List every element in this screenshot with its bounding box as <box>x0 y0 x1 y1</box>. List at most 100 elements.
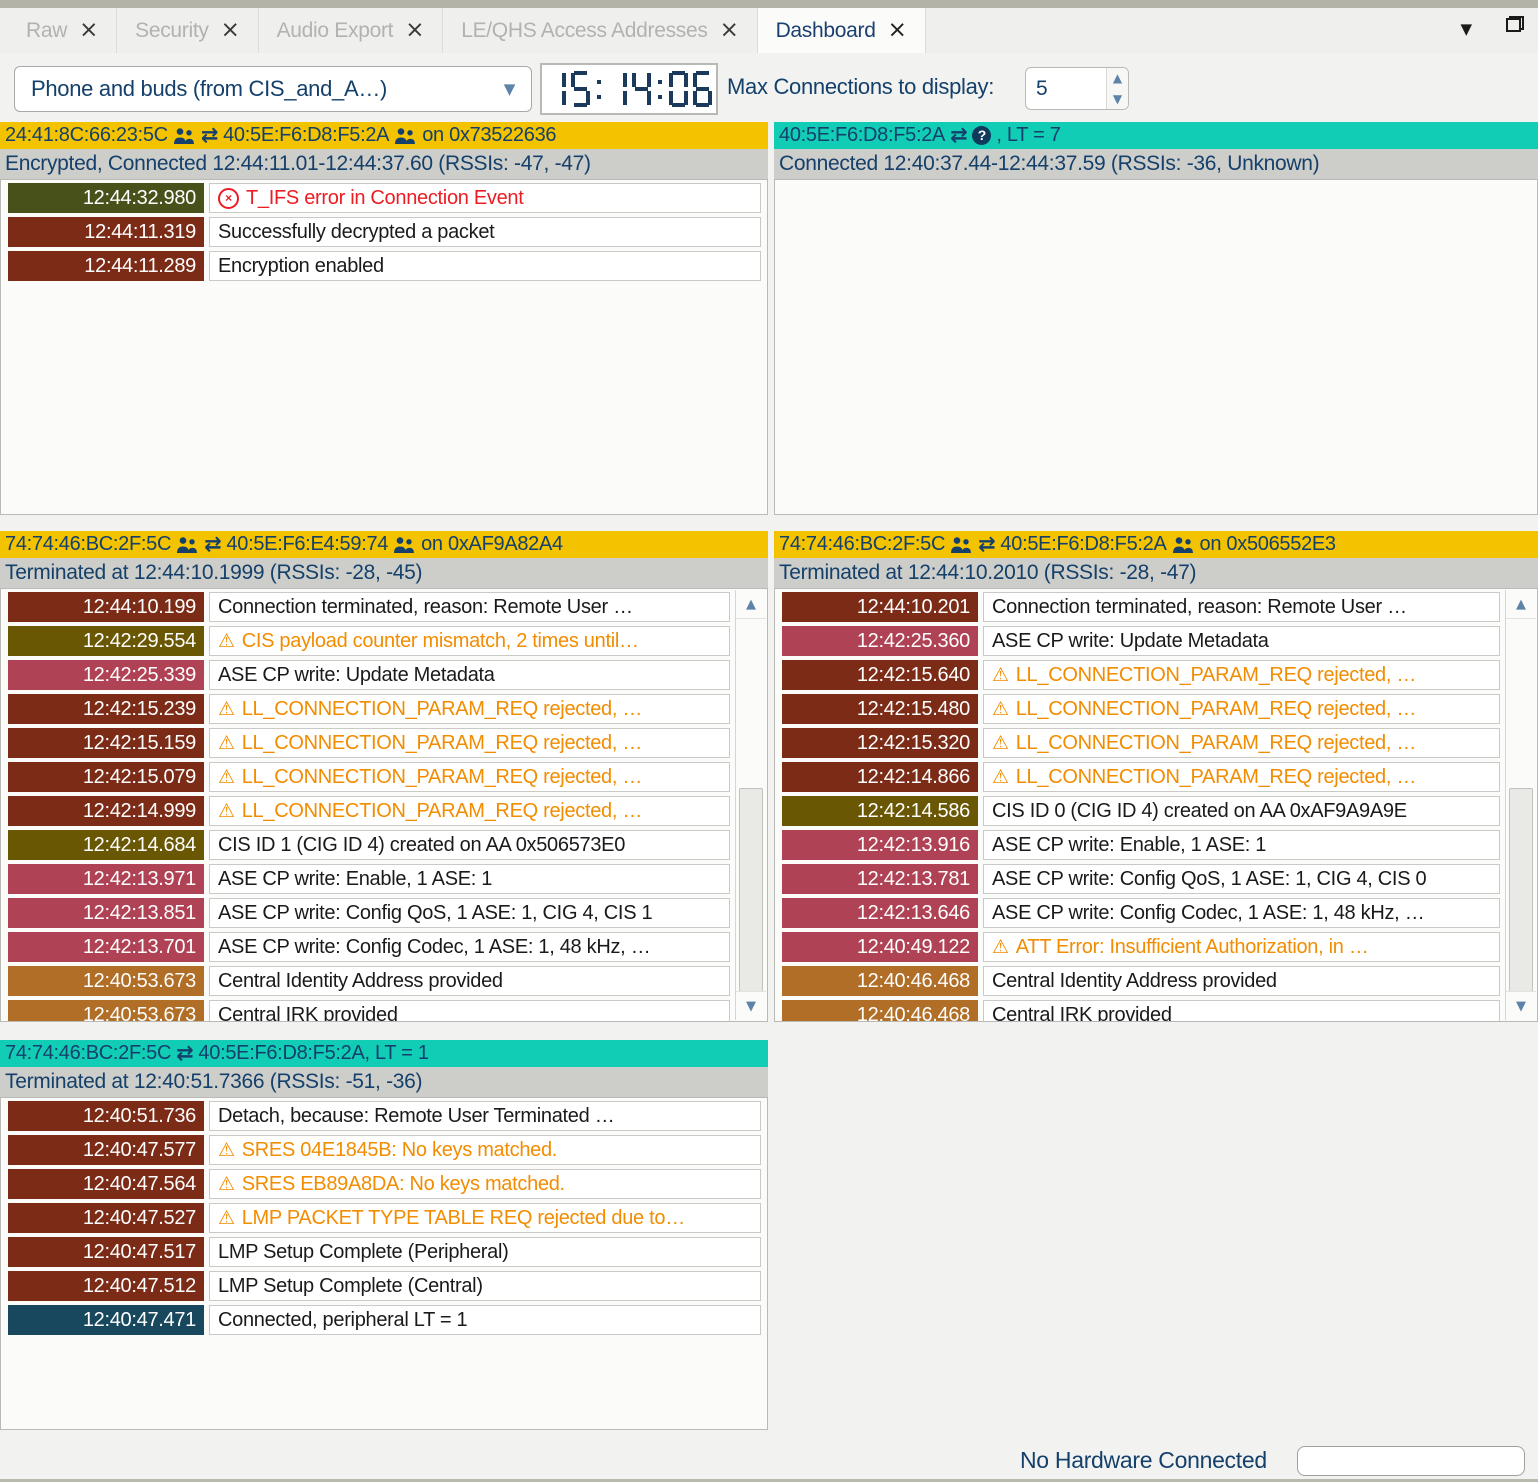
event-row[interactable]: 12:42:13.916ASE CP write: Enable, 1 ASE:… <box>782 830 1500 860</box>
tab-overflow-caret-icon[interactable]: ▼ <box>1460 20 1472 38</box>
connection-subheader: Connected 12:40:37.44-12:44:37.59 (RSSIs… <box>774 149 1538 179</box>
event-row[interactable]: 12:42:15.159⚠LL_CONNECTION_PARAM_REQ rej… <box>8 728 730 758</box>
connection-header-text: 24:41:8C:66:23:5C <box>5 122 168 149</box>
tab-close-icon[interactable]: × <box>888 19 907 42</box>
event-message-text: CIS payload counter mismatch, 2 times un… <box>242 627 639 655</box>
event-message: ASE CP write: Update Metadata <box>983 626 1500 656</box>
event-row[interactable]: 12:42:14.586CIS ID 0 (CIG ID 4) created … <box>782 796 1500 826</box>
connection-subheader: Terminated at 12:44:10.2010 (RSSIs: -28,… <box>774 558 1538 588</box>
event-row[interactable]: 12:42:15.640⚠LL_CONNECTION_PARAM_REQ rej… <box>782 660 1500 690</box>
event-row[interactable]: 12:44:32.980×T_IFS error in Connection E… <box>8 183 761 213</box>
connection-subheader: Terminated at 12:40:51.7366 (RSSIs: -51,… <box>0 1067 768 1097</box>
tab-raw[interactable]: Raw× <box>8 8 117 53</box>
event-row[interactable]: 12:40:47.527⚠LMP PACKET TYPE TABLE REQ r… <box>8 1203 761 1233</box>
tab-close-icon[interactable]: × <box>720 19 739 42</box>
scrollbar-down-icon[interactable]: ▼ <box>1506 991 1536 1020</box>
connection-panel-5: 74:74:46:BC:2F:5C⇄40:5E:F6:D8:F5:2A, LT … <box>0 1040 768 1430</box>
tab-security[interactable]: Security× <box>117 8 258 53</box>
event-row[interactable]: 12:42:13.701ASE CP write: Config Codec, … <box>8 932 730 962</box>
event-message-text: LL_CONNECTION_PARAM_REQ rejected, … <box>1016 729 1416 757</box>
event-row[interactable]: 12:40:47.512LMP Setup Complete (Central) <box>8 1271 761 1301</box>
event-timestamp: 12:42:13.971 <box>8 864 204 894</box>
event-message-text: LL_CONNECTION_PARAM_REQ rejected, … <box>1016 661 1416 689</box>
tab-close-icon[interactable]: × <box>79 19 98 42</box>
connection-header-text: , LT = 7 <box>996 122 1060 149</box>
stepper-up-icon[interactable]: ▲ <box>1107 68 1128 89</box>
swap-arrows-icon: ⇄ <box>176 1043 193 1064</box>
event-row[interactable]: 12:40:47.564⚠SRES EB89A8DA: No keys matc… <box>8 1169 761 1199</box>
event-row[interactable]: 12:42:25.360ASE CP write: Update Metadat… <box>782 626 1500 656</box>
event-message: Connection terminated, reason: Remote Us… <box>983 592 1500 622</box>
status-progress-field[interactable] <box>1297 1446 1525 1476</box>
event-row[interactable]: 12:40:53.673Central IRK provided <box>8 1000 730 1022</box>
event-timestamp: 12:40:46.468 <box>782 966 978 996</box>
connection-header: 40:5E:F6:D8:F5:2A⇄?, LT = 7 <box>774 122 1538 149</box>
connection-subheader: Terminated at 12:44:10.1999 (RSSIs: -28,… <box>0 558 768 588</box>
scrollbar-thumb[interactable] <box>1509 788 1533 992</box>
event-row[interactable]: 12:40:49.122⚠ATT Error: Insufficient Aut… <box>782 932 1500 962</box>
event-row[interactable]: 12:40:47.471Connected, peripheral LT = 1 <box>8 1305 761 1335</box>
event-message-text: ASE CP write: Config QoS, 1 ASE: 1, CIG … <box>218 899 652 927</box>
event-row[interactable]: 12:42:13.646ASE CP write: Config Codec, … <box>782 898 1500 928</box>
event-row[interactable]: 12:42:29.554⚠CIS payload counter mismatc… <box>8 626 730 656</box>
event-row[interactable]: 12:40:47.517LMP Setup Complete (Peripher… <box>8 1237 761 1267</box>
warning-icon: ⚠ <box>992 734 1009 753</box>
event-timestamp: 12:42:13.916 <box>782 830 978 860</box>
event-timestamp: 12:44:32.980 <box>8 183 204 213</box>
event-row[interactable]: 12:42:25.339ASE CP write: Update Metadat… <box>8 660 730 690</box>
warning-icon: ⚠ <box>218 768 235 787</box>
scrollbar[interactable]: ▲▼ <box>1505 590 1536 1020</box>
max-connections-input[interactable] <box>1026 68 1106 109</box>
new-window-icon[interactable] <box>1506 16 1524 32</box>
event-row[interactable]: 12:40:46.468Central IRK provided <box>782 1000 1500 1022</box>
group-icon <box>176 537 199 553</box>
event-row[interactable]: 12:42:13.781ASE CP write: Config QoS, 1 … <box>782 864 1500 894</box>
event-row[interactable]: 12:40:47.577⚠SRES 04E1845B: No keys matc… <box>8 1135 761 1165</box>
event-row[interactable]: 12:42:14.684CIS ID 1 (CIG ID 4) created … <box>8 830 730 860</box>
event-rows: 12:44:10.201Connection terminated, reaso… <box>775 589 1537 1022</box>
event-row[interactable]: 12:44:11.319Successfully decrypted a pac… <box>8 217 761 247</box>
event-row[interactable]: 12:44:10.201Connection terminated, reaso… <box>782 592 1500 622</box>
connection-header-text: on 0x506552E3 <box>1200 531 1336 558</box>
event-message: ⚠LL_CONNECTION_PARAM_REQ rejected, … <box>209 796 730 826</box>
tab-bar: Raw×Security×Audio Export×LE/QHS Access … <box>0 8 1538 53</box>
tab-close-icon[interactable]: × <box>405 19 424 42</box>
tab-dashboard[interactable]: Dashboard× <box>758 8 926 53</box>
event-list <box>774 179 1538 515</box>
event-row[interactable]: 12:42:14.999⚠LL_CONNECTION_PARAM_REQ rej… <box>8 796 730 826</box>
event-row[interactable]: 12:42:15.320⚠LL_CONNECTION_PARAM_REQ rej… <box>782 728 1500 758</box>
event-message: ⚠SRES 04E1845B: No keys matched. <box>209 1135 761 1165</box>
event-rows <box>775 180 1537 183</box>
tab-close-icon[interactable]: × <box>221 19 240 42</box>
event-row[interactable]: 12:44:10.199Connection terminated, reaso… <box>8 592 730 622</box>
tab-audio-export[interactable]: Audio Export× <box>259 8 444 53</box>
connection-header: 74:74:46:BC:2F:5C⇄40:5E:F6:E4:59:74on 0x… <box>0 531 768 558</box>
scrollbar-up-icon[interactable]: ▲ <box>1506 590 1536 619</box>
event-message-text: Detach, because: Remote User Terminated … <box>218 1102 614 1130</box>
stepper-down-icon[interactable]: ▼ <box>1107 89 1128 110</box>
scrollbar-down-icon[interactable]: ▼ <box>736 991 766 1020</box>
clock-colon <box>656 71 664 107</box>
event-timestamp: 12:42:13.646 <box>782 898 978 928</box>
tab-le-qhs-access-addresses[interactable]: LE/QHS Access Addresses× <box>443 8 757 53</box>
event-row[interactable]: 12:40:51.736Detach, because: Remote User… <box>8 1101 761 1131</box>
event-message-text: CIS ID 1 (CIG ID 4) created on AA 0x5065… <box>218 831 625 859</box>
event-timestamp: 12:44:11.319 <box>8 217 204 247</box>
event-row[interactable]: 12:42:14.866⚠LL_CONNECTION_PARAM_REQ rej… <box>782 762 1500 792</box>
scrollbar-up-icon[interactable]: ▲ <box>736 590 766 619</box>
preset-dropdown[interactable]: Phone and buds (from CIS_and_A…) ▼ <box>14 66 532 112</box>
event-row[interactable]: 12:42:15.079⚠LL_CONNECTION_PARAM_REQ rej… <box>8 762 730 792</box>
event-row[interactable]: 12:42:13.971ASE CP write: Enable, 1 ASE:… <box>8 864 730 894</box>
event-row[interactable]: 12:42:15.480⚠LL_CONNECTION_PARAM_REQ rej… <box>782 694 1500 724</box>
event-row[interactable]: 12:42:15.239⚠LL_CONNECTION_PARAM_REQ rej… <box>8 694 730 724</box>
event-message-text: ASE CP write: Update Metadata <box>218 661 495 689</box>
event-row[interactable]: 12:44:11.289Encryption enabled <box>8 251 761 281</box>
event-message-text: CIS ID 0 (CIG ID 4) created on AA 0xAF9A… <box>992 797 1407 825</box>
event-row[interactable]: 12:42:13.851ASE CP write: Config QoS, 1 … <box>8 898 730 928</box>
event-row[interactable]: 12:40:46.468Central Identity Address pro… <box>782 966 1500 996</box>
scrollbar-thumb[interactable] <box>739 788 763 992</box>
scrollbar[interactable]: ▲▼ <box>735 590 766 1020</box>
event-message: Connected, peripheral LT = 1 <box>209 1305 761 1335</box>
event-row[interactable]: 12:40:53.673Central Identity Address pro… <box>8 966 730 996</box>
connection-panel-1: 24:41:8C:66:23:5C⇄40:5E:F6:D8:F5:2Aon 0x… <box>0 122 768 515</box>
